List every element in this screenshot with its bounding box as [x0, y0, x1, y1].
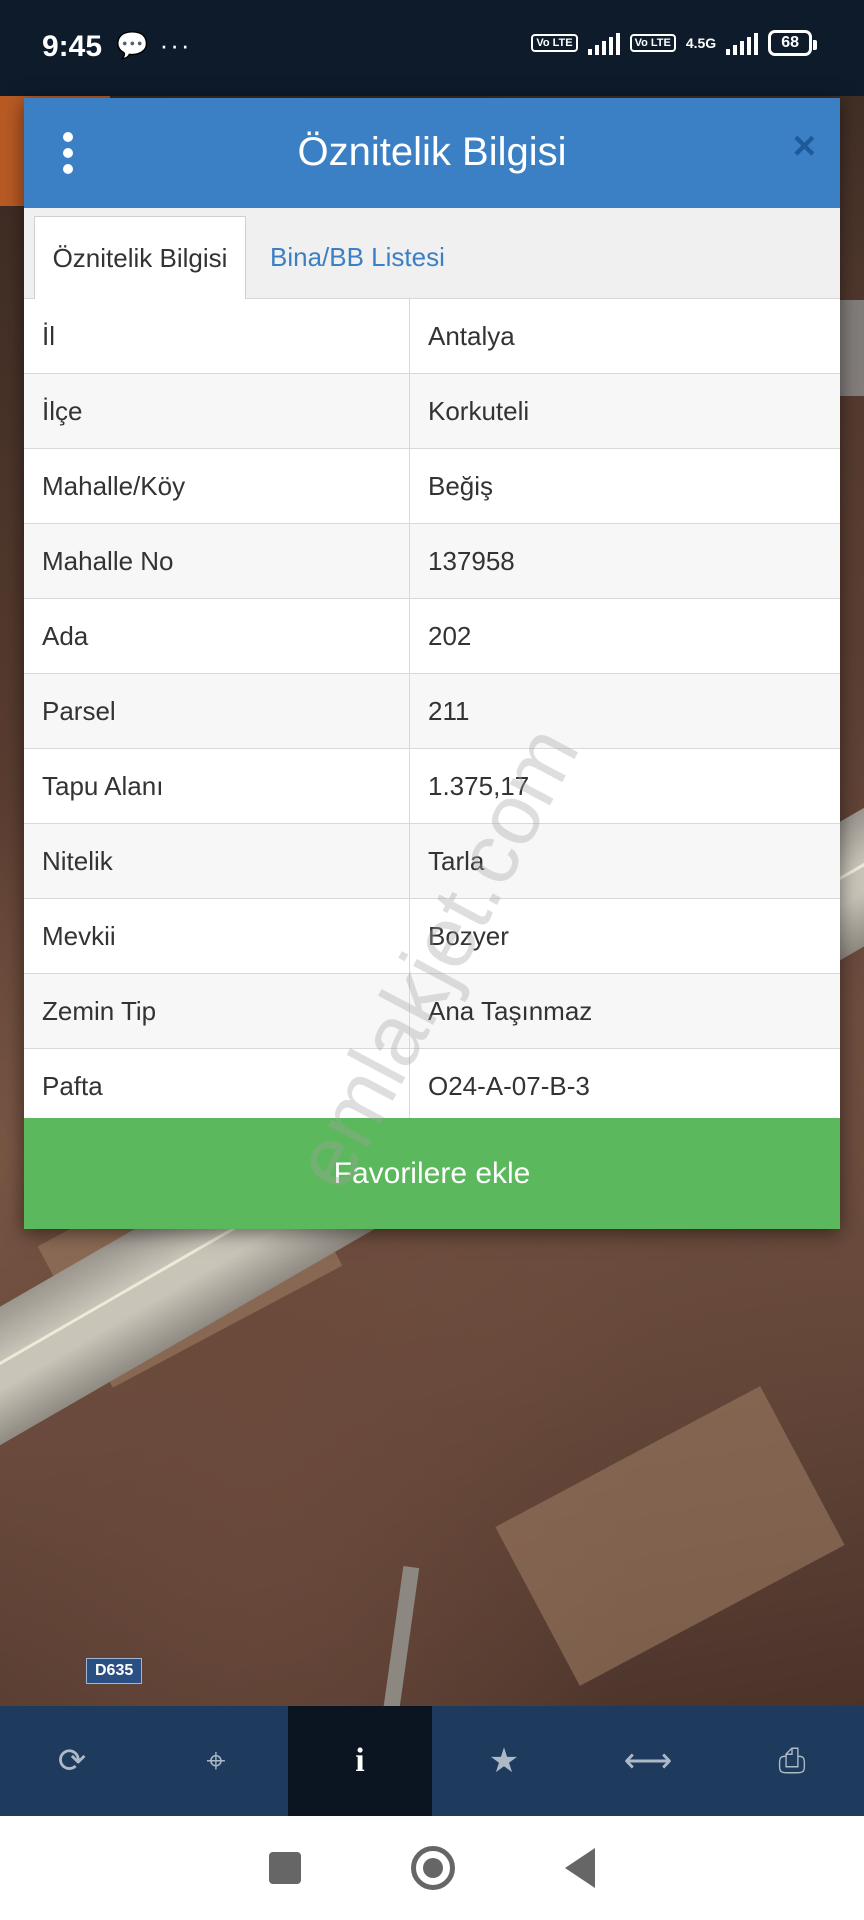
attribute-value: Bozyer [428, 920, 509, 951]
attribute-key: İlçe [24, 374, 410, 448]
star-icon[interactable]: ★ [432, 1706, 576, 1816]
attribute-key: Mahalle/Köy [24, 449, 410, 523]
home-button[interactable] [411, 1846, 455, 1890]
attribute-value: Beğiş [428, 470, 494, 501]
attribute-key: Parsel [24, 674, 410, 748]
map-field [495, 1386, 845, 1686]
road-label: D635 [86, 1658, 143, 1684]
volte-icon: Vo LTE [531, 34, 578, 52]
dialog-header: Öznitelik Bilgisi × [24, 98, 840, 208]
attribute-key: Nitelik [24, 824, 410, 898]
signal-icon [587, 31, 620, 55]
table-row: Pafta O24-A-07-B-3 [24, 1049, 840, 1124]
volte-icon-2: Vo LTE [629, 34, 676, 52]
network-type: 4.5G [685, 35, 717, 51]
attribute-key: Zemin Tip [24, 974, 410, 1048]
notification-icons: 💬 ··· [116, 30, 192, 60]
tab-building-list[interactable]: Bina/BB Listesi [270, 216, 445, 298]
back-button[interactable] [565, 1848, 595, 1888]
attribute-key: Ada [24, 599, 410, 673]
status-bar: 9:45 💬 ··· Vo LTE Vo LTE 4.5G 68 [0, 0, 864, 96]
attribute-dialog: Öznitelik Bilgisi × Öznitelik Bilgisi Bi… [24, 98, 840, 1229]
attribute-value: Antalya [428, 320, 515, 351]
tab-attribute-info[interactable]: Öznitelik Bilgisi [34, 216, 246, 299]
attribute-value: 1.375,17 [428, 770, 530, 801]
table-row: İl Antalya [24, 299, 840, 374]
table-row: Mahalle/Köy Beğiş [24, 449, 840, 524]
attribute-key: Mevkii [24, 899, 410, 973]
map-side-road [372, 1565, 420, 1706]
attribute-value: 202 [428, 620, 472, 651]
attribute-key: Mahalle No [24, 524, 410, 598]
crosshair-icon[interactable]: ⌖ [144, 1706, 288, 1816]
table-row: Tapu Alanı 1.375,17 [24, 749, 840, 824]
table-row: Parsel 211 [24, 674, 840, 749]
table-row: İlçe Korkuteli [24, 374, 840, 449]
attribute-key: Pafta [24, 1049, 410, 1123]
add-favorite-button[interactable]: Favorilere ekle [24, 1118, 840, 1229]
attribute-value: 211 [428, 695, 470, 726]
dialog-tabs: Öznitelik Bilgisi Bina/BB Listesi [24, 208, 840, 299]
attribute-value: Korkuteli [428, 395, 530, 426]
attribute-key: Tapu Alanı [24, 749, 410, 823]
close-icon[interactable]: × [793, 124, 816, 169]
table-row: Zemin Tip Ana Taşınmaz [24, 974, 840, 1049]
measure-icon[interactable]: ⟷ [576, 1706, 720, 1816]
table-row: Mevkii Bozyer [24, 899, 840, 974]
table-row: Ada 202 [24, 599, 840, 674]
info-icon[interactable]: i [288, 1706, 432, 1816]
attribute-value: O24-A-07-B-3 [428, 1070, 590, 1101]
table-row: Mahalle No 137958 [24, 524, 840, 599]
attribute-value: 137958 [428, 545, 515, 576]
refresh-icon[interactable]: ⟳ [0, 1706, 144, 1816]
attribute-value: Ana Taşınmaz [428, 995, 593, 1026]
attribute-value: Tarla [428, 845, 485, 876]
recents-button[interactable] [269, 1852, 301, 1884]
print-icon[interactable]: ⎙ [720, 1706, 864, 1816]
bottom-toolbar: ⟳ ⌖ i ★ ⟷ ⎙ [0, 1706, 864, 1816]
status-indicators: Vo LTE Vo LTE 4.5G 68 [531, 30, 817, 56]
battery-icon: 68 [768, 30, 817, 56]
signal-icon-2 [726, 31, 759, 55]
attribute-key: İl [24, 299, 410, 373]
status-time: 9:45 [42, 30, 103, 63]
attribute-table: İl Antalya İlçe Korkuteli Mahalle/Köy Beğiş Ma… [24, 299, 840, 1124]
dialog-title: Öznitelik Bilgisi [297, 130, 567, 174]
table-row: Nitelik Tarla [24, 824, 840, 899]
system-navigation-bar [0, 1816, 864, 1920]
map-scrollbar[interactable] [840, 300, 864, 396]
